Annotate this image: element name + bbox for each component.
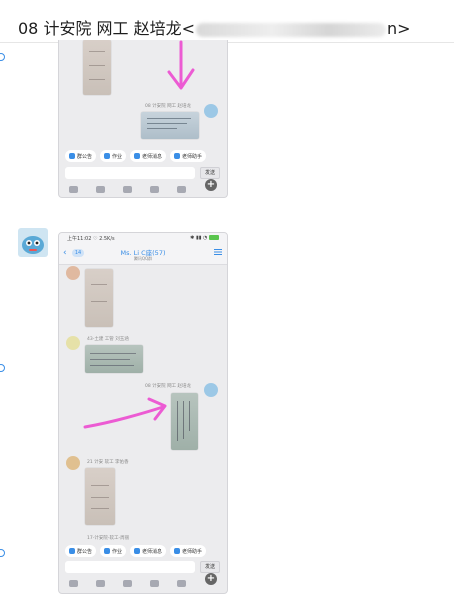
chip-announcement[interactable]: 群公告 bbox=[65, 545, 97, 557]
plus-icon[interactable]: + bbox=[205, 573, 217, 585]
send-button[interactable]: 发送 bbox=[200, 167, 220, 179]
pink-arrow-icon bbox=[83, 397, 167, 429]
sender-avatar bbox=[18, 228, 48, 257]
file-icon[interactable] bbox=[150, 186, 159, 193]
message-input[interactable] bbox=[65, 167, 195, 179]
homework-photo[interactable] bbox=[85, 269, 113, 327]
emoji-icon[interactable] bbox=[177, 580, 186, 587]
sender-name: 08 计安院 网工 赵培龙< bbox=[18, 19, 196, 38]
email-header: 08 计安院 网工 赵培龙< n> bbox=[0, 0, 454, 43]
message-photo[interactable] bbox=[85, 345, 143, 373]
helper-icon bbox=[174, 548, 181, 554]
document-icon bbox=[104, 548, 111, 554]
redacted-email bbox=[196, 22, 387, 37]
chip-teacher-message[interactable]: 老师消息 bbox=[130, 150, 167, 162]
message-photo[interactable] bbox=[171, 393, 198, 450]
phone-status-bar: 上午11:02 ♡ 2.5K/s ✱ ▮▮ ◔ bbox=[59, 233, 227, 244]
attached-screenshot-1[interactable]: 08 计安院 网工 赵培龙 群公告 作业 老师消息 老师助手 发送 + bbox=[58, 40, 228, 198]
sender-email-tail: n> bbox=[387, 19, 411, 38]
thread-marker-icon bbox=[0, 53, 5, 61]
document-icon bbox=[104, 153, 111, 159]
chip-teacher-message[interactable]: 老师消息 bbox=[130, 545, 167, 557]
chat-subtitle: 腾讯QQ群 bbox=[133, 256, 153, 261]
message-photo[interactable] bbox=[141, 112, 199, 139]
message-sender-label: 08 计安院 网工 赵培龙 bbox=[145, 104, 192, 109]
helper-icon bbox=[174, 153, 181, 159]
image-icon[interactable] bbox=[96, 186, 105, 193]
megaphone-icon bbox=[69, 548, 75, 554]
chat-nav-bar: ‹ 14 Ms. Li C座(57) 腾讯QQ群 bbox=[59, 244, 227, 265]
homework-photo[interactable] bbox=[85, 468, 115, 525]
group-quick-actions: 群公告 作业 老师消息 老师助手 bbox=[65, 545, 207, 557]
user-avatar bbox=[204, 104, 218, 118]
user-avatar bbox=[66, 336, 80, 350]
chip-announcement[interactable]: 群公告 bbox=[65, 150, 97, 162]
email-sender-title[interactable]: 08 计安院 网工 赵培龙< n> bbox=[18, 15, 411, 39]
message-sender-label: 17-计安院-软工-周丽 bbox=[87, 536, 130, 541]
message-input[interactable] bbox=[65, 561, 195, 573]
chip-homework[interactable]: 作业 bbox=[100, 150, 127, 162]
chip-teacher-helper[interactable]: 老师助手 bbox=[170, 545, 207, 557]
message-icon bbox=[134, 548, 141, 554]
message-sender-label: 08 计安院 网工 赵培龙 bbox=[145, 384, 192, 389]
megaphone-icon bbox=[69, 153, 75, 159]
battery-icon bbox=[209, 235, 219, 240]
send-button[interactable]: 发送 bbox=[200, 561, 220, 573]
message-sender-label: 21 计安 软工 李佑香 bbox=[87, 460, 129, 465]
thread-marker-icon bbox=[0, 364, 5, 372]
message-icon bbox=[134, 153, 141, 159]
message-sender-label: 43-土建 工管 刘玉涵 bbox=[87, 337, 129, 342]
input-toolbar bbox=[69, 186, 186, 193]
monster-avatar-icon bbox=[22, 236, 44, 254]
pink-arrow-icon bbox=[167, 40, 195, 90]
file-icon[interactable] bbox=[150, 580, 159, 587]
input-toolbar bbox=[69, 580, 186, 587]
chip-homework[interactable]: 作业 bbox=[100, 545, 127, 557]
user-avatar bbox=[66, 266, 80, 280]
microphone-icon[interactable] bbox=[69, 186, 78, 193]
group-quick-actions: 群公告 作业 老师消息 老师助手 bbox=[65, 150, 207, 162]
camera-icon[interactable] bbox=[123, 186, 132, 193]
image-icon[interactable] bbox=[96, 580, 105, 587]
thread-marker-icon bbox=[0, 549, 5, 557]
plus-icon[interactable]: + bbox=[205, 179, 217, 191]
menu-icon[interactable] bbox=[214, 249, 222, 255]
microphone-icon[interactable] bbox=[69, 580, 78, 587]
attached-screenshot-2[interactable]: 上午11:02 ♡ 2.5K/s ✱ ▮▮ ◔ ‹ 14 Ms. Li C座(5… bbox=[58, 232, 228, 594]
emoji-icon[interactable] bbox=[177, 186, 186, 193]
user-avatar bbox=[66, 456, 80, 470]
camera-icon[interactable] bbox=[123, 580, 132, 587]
chip-teacher-helper[interactable]: 老师助手 bbox=[170, 150, 207, 162]
